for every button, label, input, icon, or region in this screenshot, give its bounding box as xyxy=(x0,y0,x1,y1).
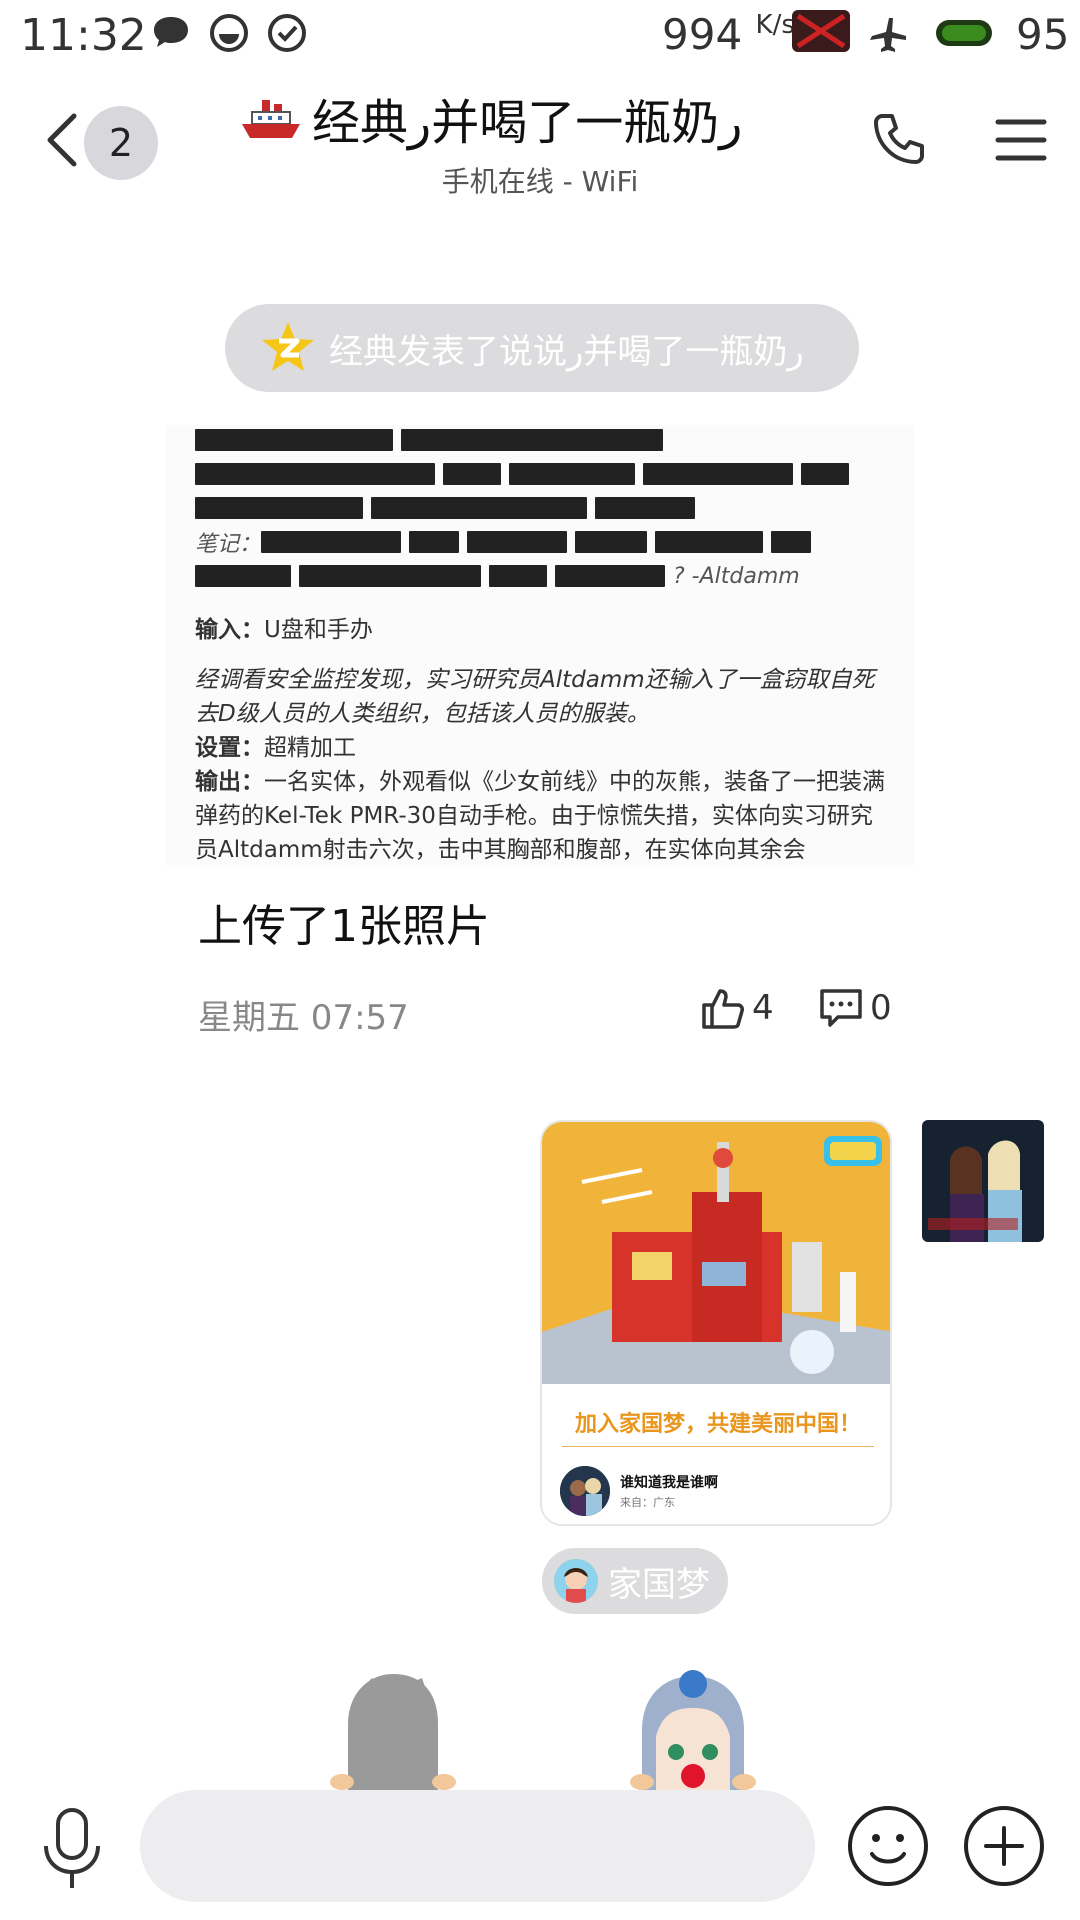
battery-icon xyxy=(936,20,992,46)
net-speed-value: 994 xyxy=(662,10,743,59)
chat-header: 2 经典ر并喝了一瓶奶ر 手机在线 - WiFi xyxy=(0,80,1080,210)
message-input-bar xyxy=(0,1790,1080,1920)
comment-button[interactable]: 0 xyxy=(818,985,892,1031)
phone-icon[interactable] xyxy=(868,110,928,170)
post-caption: 上传了1张照片 xyxy=(198,901,490,952)
qzone-star-icon xyxy=(262,322,314,371)
post-photo[interactable]: 笔记： ? -Altdamm 输入：U盘和手办 经调看安全监控发现，实习研究员A… xyxy=(165,425,915,865)
redacted-line xyxy=(195,425,885,457)
menu-icon[interactable] xyxy=(994,114,1048,166)
airplane-mode-icon xyxy=(870,18,906,52)
comment-icon xyxy=(820,989,862,1027)
redacted-line xyxy=(195,457,885,491)
setting-line: 设置：超精加工 xyxy=(195,731,885,765)
shared-game-card[interactable]: 加入家国梦，共建美丽中国！ 谁知道我是谁啊 来自：广东 xyxy=(540,1120,892,1526)
note-suffix: ? -Altdamm xyxy=(673,563,800,589)
comment-count: 0 xyxy=(870,988,892,1028)
redacted-line xyxy=(195,491,885,525)
note-label: 笔记： xyxy=(195,532,262,557)
note-line: ? -Altdamm xyxy=(195,559,885,593)
chat-title: 经典ر并喝了一瓶奶ر xyxy=(312,95,743,151)
shared-user-location: 来自：广东 xyxy=(620,1496,675,1509)
input-line: 输入：U盘和手办 xyxy=(195,613,885,647)
qzone-notice[interactable]: 经典发表了说说ر并喝了一瓶奶ر xyxy=(225,304,859,392)
thumbs-up-icon xyxy=(702,989,744,1029)
like-count: 4 xyxy=(752,988,774,1028)
italic-paragraph: 经调看安全监控发现，实习研究员Altdamm还输入了一盒窃取自死去D级人员的人类… xyxy=(195,667,875,727)
status-bar: 11:32 994 K/s 95 xyxy=(0,0,1080,70)
emoji-icon[interactable] xyxy=(846,1804,930,1888)
chat-title-row[interactable]: 经典ر并喝了一瓶奶ر xyxy=(240,88,840,151)
chat-bubble-icon xyxy=(154,17,188,47)
qzone-notice-text: 经典发表了说说ر并喝了一瓶奶ر xyxy=(329,331,804,372)
post-timestamp: 星期五 07:57 xyxy=(198,998,409,1038)
app-tag-label: 家国梦 xyxy=(608,1564,710,1605)
shared-user-avatar xyxy=(560,1466,610,1516)
input-value: U盘和手办 xyxy=(264,617,373,643)
plus-icon[interactable] xyxy=(962,1804,1046,1888)
app-tag[interactable]: 家国梦 xyxy=(542,1548,728,1614)
net-speed-unit: K/s xyxy=(755,10,795,40)
peeking-avatar-default xyxy=(330,1674,456,1790)
input-label: 输入： xyxy=(195,617,264,643)
battery-level: 95 xyxy=(1016,10,1070,59)
like-button[interactable]: 4 xyxy=(700,985,774,1031)
status-time: 11:32 xyxy=(20,10,147,61)
output-line: 输出：一名实体，外观看似《少女前线》中的灰熊，装备了一把装满弹药的Kel-Tek… xyxy=(195,765,885,865)
face-icon xyxy=(210,14,248,52)
setting-label: 设置： xyxy=(195,735,264,761)
net-speed: 994 K/s xyxy=(662,10,795,59)
output-value: 一名实体，外观看似《少女前线》中的灰熊，装备了一把装满弹药的Kel-Tek PM… xyxy=(195,769,885,863)
game-banner-image xyxy=(542,1122,890,1384)
app-logo-icon xyxy=(792,10,850,52)
shared-user-name: 谁知道我是谁啊 xyxy=(620,1475,718,1491)
ship-icon xyxy=(242,100,300,138)
microphone-icon[interactable] xyxy=(36,1806,108,1892)
peeking-avatar-anime xyxy=(630,1670,756,1790)
setting-value: 超精加工 xyxy=(264,735,356,761)
my-avatar[interactable] xyxy=(922,1120,1044,1242)
output-label: 输出： xyxy=(195,769,264,795)
shared-card-title: 加入家国梦，共建美丽中国！ xyxy=(574,1412,861,1437)
divider xyxy=(562,1446,874,1447)
game-icon xyxy=(554,1559,598,1603)
check-circle-icon xyxy=(268,14,306,52)
message-input[interactable] xyxy=(140,1790,815,1902)
note-line: 笔记： xyxy=(195,525,885,559)
